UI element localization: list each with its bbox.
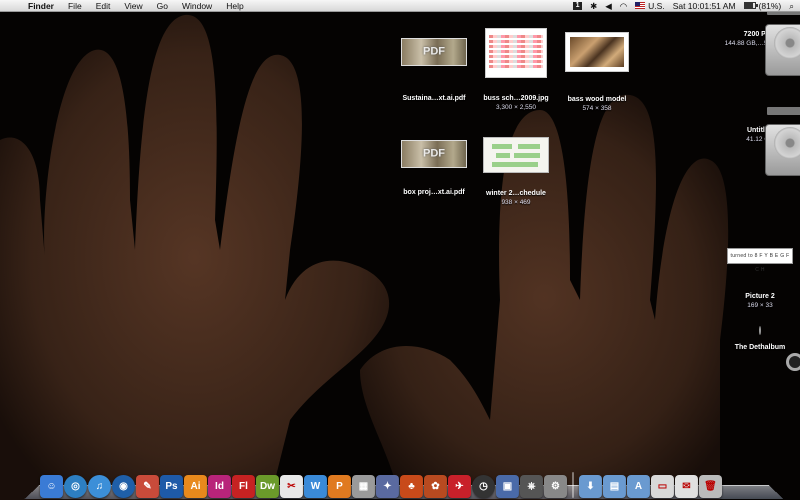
desktop-file-box-proj-pdf[interactable]: PDF box proj…xt.ai.pdf xyxy=(398,140,470,197)
input-source-menu[interactable]: U.S. xyxy=(635,0,665,12)
time-machine-icon[interactable]: ⎈ xyxy=(520,475,543,498)
dock-separator xyxy=(572,472,574,498)
finder-icon[interactable]: ☺ xyxy=(40,475,63,498)
stack-icon[interactable]: ▭ xyxy=(651,475,674,498)
dock: ☺ ◎ ♫ ◉ ✎ Ps Ai Id Fl Dw ✂ W P ▦ ✦ ♣ ✿ ✈ ◷ ▣ ⎈ ⚙ ⬇ ▤ A ▭ ✉ 🗑 xyxy=(24,464,784,500)
bluetooth-icon[interactable]: ✱ xyxy=(590,0,597,12)
desktop-file-sustaina-pdf[interactable]: PDF Sustaina…xt.ai.pdf xyxy=(398,38,470,103)
menu-window[interactable]: Window xyxy=(175,0,219,12)
desktop-item-label: bass wood model xyxy=(567,96,627,103)
desktop-file-picture-2[interactable]: turned to 8 F Y B E G F C H Picture 2 16… xyxy=(722,248,798,310)
desktop-item-info: 938 × 469 xyxy=(501,199,531,206)
us-flag-icon xyxy=(635,2,646,9)
cd-disc-icon xyxy=(759,326,761,335)
clock[interactable]: Sat 10:01:51 AM xyxy=(673,0,736,12)
volume-icon[interactable]: ◀ xyxy=(605,0,612,12)
flash-icon[interactable]: Fl xyxy=(232,475,255,498)
desktop-item-label: Picture 2 xyxy=(745,293,775,300)
desktop-item-label: winter 2…chedule xyxy=(486,190,546,197)
powerpoint-icon[interactable]: P xyxy=(328,475,351,498)
photoshop-icon[interactable]: Ps xyxy=(160,475,183,498)
spaces-icon[interactable]: ▣ xyxy=(496,475,519,498)
menu-bar: Finder File Edit View Go Window Help 1 ✱… xyxy=(0,0,800,12)
battery-menu[interactable]: (81%) xyxy=(743,0,782,12)
itunes-icon[interactable]: ♫ xyxy=(88,475,111,498)
pdf-watermark: PDF xyxy=(423,147,445,160)
safari-icon[interactable]: ◎ xyxy=(64,475,87,498)
desktop-item-label: buss sch…2009.jpg xyxy=(483,95,549,102)
image-thumbnail-icon xyxy=(483,137,549,173)
indesign-icon[interactable]: Id xyxy=(208,475,231,498)
pdf-thumbnail-icon: PDF xyxy=(401,38,467,66)
battery-percent: (81%) xyxy=(758,0,782,11)
wifi-icon[interactable]: ◠ xyxy=(620,0,627,12)
desktop-drive-7200-pro[interactable]: 7200 PRO 144.88 GB,…59 GB free xyxy=(722,7,800,76)
google-earth-icon[interactable]: ◉ xyxy=(112,475,135,498)
illustrator-icon[interactable]: Ai xyxy=(184,475,207,498)
thumbnail-text: turned to 8 F Y B E G F C H xyxy=(730,253,790,273)
menu-go[interactable]: Go xyxy=(150,0,175,12)
pdf-watermark: PDF xyxy=(423,45,445,58)
desktop-file-winter-schedule[interactable]: winter 2…chedule 938 × 469 xyxy=(478,137,554,207)
image-thumbnail-icon xyxy=(565,32,629,72)
trash-icon[interactable]: 🗑 xyxy=(699,475,722,498)
applications-folder-icon[interactable]: A xyxy=(627,475,650,498)
menu-file[interactable]: File xyxy=(61,0,89,12)
menu-finder[interactable]: Finder xyxy=(22,0,61,12)
desktop-drive-untitled[interactable]: Untitled 41.12 GB xyxy=(722,107,800,176)
spotlight-icon[interactable]: ⌕ xyxy=(789,0,794,12)
input-source-label: U.S. xyxy=(648,0,665,11)
dreamweaver-icon[interactable]: Dw xyxy=(256,475,279,498)
battery-icon xyxy=(743,2,758,9)
pdf-thumbnail-icon: PDF xyxy=(401,140,467,168)
acrobat-icon[interactable]: ✂ xyxy=(280,475,303,498)
menu-edit[interactable]: Edit xyxy=(89,0,118,12)
desktop-item-label: Sustaina…xt.ai.pdf xyxy=(402,95,466,102)
status-item-1-icon[interactable]: 1 xyxy=(573,0,583,12)
menu-view[interactable]: View xyxy=(117,0,149,12)
dashboard-icon[interactable]: ◷ xyxy=(472,475,495,498)
documents-folder-icon[interactable]: ▤ xyxy=(603,475,626,498)
desktop-disc-the-dethalbum[interactable]: The Dethalbum xyxy=(722,326,798,352)
desktop-item-info: 3,300 × 2,550 xyxy=(496,104,536,111)
menu-help[interactable]: Help xyxy=(219,0,250,12)
desktop-item-label: The Dethalbum xyxy=(734,344,786,351)
desktop-file-buss-schedule-jpg[interactable]: buss sch…2009.jpg 3,300 × 2,550 xyxy=(478,28,554,112)
desktop-file-bass-wood-model[interactable]: bass wood model 574 × 358 xyxy=(558,32,636,113)
calculator-icon[interactable]: ▦ xyxy=(352,475,375,498)
imovie-icon[interactable]: ✦ xyxy=(376,475,399,498)
airplane-icon[interactable]: ✈ xyxy=(448,475,471,498)
word-icon[interactable]: W xyxy=(304,475,327,498)
paint-icon[interactable]: ✿ xyxy=(424,475,447,498)
image-thumbnail-icon: turned to 8 F Y B E G F C H xyxy=(727,248,793,273)
mail-stack-icon[interactable]: ✉ xyxy=(675,475,698,498)
desktop-item-info: 169 × 33 xyxy=(747,302,773,309)
image-thumbnail-icon xyxy=(485,28,547,78)
utility-icon[interactable]: ⚙ xyxy=(544,475,567,498)
textedit-icon[interactable]: ✎ xyxy=(136,475,159,498)
downloads-folder-icon[interactable]: ⬇ xyxy=(579,475,602,498)
desktop-item-label: box proj…xt.ai.pdf xyxy=(403,189,465,196)
game-icon[interactable]: ♣ xyxy=(400,475,423,498)
desktop-item-info: 574 × 358 xyxy=(582,105,612,112)
